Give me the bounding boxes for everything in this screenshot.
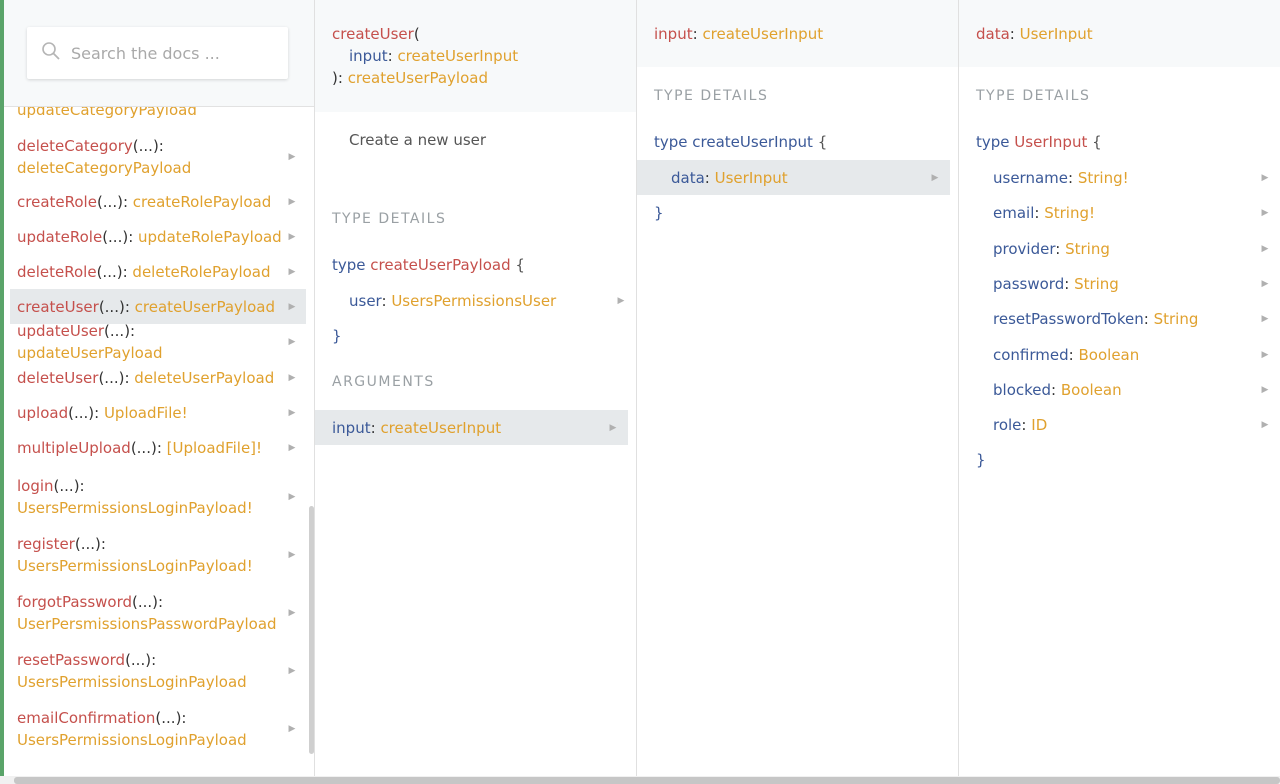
triangle-right-icon: ▶ <box>1261 172 1269 183</box>
triangle-right-icon: ▶ <box>288 492 296 502</box>
section-title-type-details: TYPE DETAILS <box>976 88 1091 104</box>
user-input-type-header: data: UserInput <box>959 0 1280 67</box>
list-item[interactable]: register(...): UsersPermissionsLoginPaylo… <box>10 528 306 582</box>
triangle-right-icon: ▶ <box>1261 419 1269 430</box>
brace-close: } <box>976 451 986 469</box>
docs-explorer-column: updateCategoryPayload deleteCategory(...… <box>4 0 315 776</box>
input-type-header: input: createUserInput <box>637 0 958 67</box>
type-declaration: type UserInput { <box>976 133 1102 151</box>
field-description: Create a new user <box>349 131 487 149</box>
list-item[interactable]: multipleUpload(...): [UploadFile]! ▶ <box>10 430 306 465</box>
type-field-row-selected[interactable]: data: UserInput ▶ <box>637 160 950 195</box>
triangle-right-icon: ▶ <box>288 550 296 560</box>
triangle-right-icon: ▶ <box>1261 384 1269 395</box>
list-item[interactable]: login(...): UsersPermissionsLoginPayload!… <box>10 470 306 524</box>
triangle-right-icon: ▶ <box>1261 278 1269 289</box>
triangle-right-icon: ▶ <box>288 301 296 312</box>
horizontal-scrollbar-thumb[interactable] <box>14 777 1280 784</box>
return-type-link[interactable]: createUserPayload <box>348 69 488 87</box>
triangle-right-icon: ▶ <box>288 152 296 162</box>
triangle-right-icon: ▶ <box>288 336 296 347</box>
type-field-row[interactable]: blocked: Boolean ▶ <box>976 372 1272 407</box>
triangle-right-icon: ▶ <box>288 608 296 618</box>
field-detail-column: createUser( input: createUserInput ): cr… <box>315 0 637 776</box>
list-item[interactable]: updateCategoryPayload <box>10 107 306 125</box>
triangle-right-icon: ▶ <box>1261 349 1269 360</box>
triangle-right-icon: ▶ <box>1261 207 1269 218</box>
search-icon <box>41 41 61 65</box>
triangle-right-icon: ▶ <box>288 372 296 383</box>
section-title-arguments: ARGUMENTS <box>332 374 435 390</box>
list-item[interactable]: emailConfirmation(...): UsersPermissionsL… <box>10 702 306 756</box>
list-item[interactable]: updateUser(...): updateUserPayload ▶ <box>10 322 306 362</box>
list-item[interactable]: createRole(...): createRolePayload ▶ <box>10 184 306 219</box>
triangle-right-icon: ▶ <box>931 172 939 183</box>
type-field-row[interactable]: confirmed: Boolean ▶ <box>976 337 1272 372</box>
mutation-list: updateCategoryPayload deleteCategory(...… <box>4 107 306 776</box>
type-declaration: type createUserPayload { <box>332 256 525 274</box>
list-item[interactable]: upload(...): UploadFile! ▶ <box>10 395 306 430</box>
arg-type-link[interactable]: createUserInput <box>397 47 518 65</box>
triangle-right-icon: ▶ <box>288 724 296 734</box>
field-signature: createUser( input: createUserInput ): cr… <box>315 0 636 112</box>
section-title-type-details: TYPE DETAILS <box>332 211 447 227</box>
triangle-right-icon: ▶ <box>609 422 617 433</box>
list-item[interactable]: forgotPassword(...): UserPersmissionsPass… <box>10 586 306 640</box>
type-field-row[interactable]: username: String! ▶ <box>976 160 1272 195</box>
list-item[interactable]: deleteUser(...): deleteUserPayload ▶ <box>10 360 306 395</box>
type-field-row[interactable]: email: String! ▶ <box>976 195 1272 230</box>
triangle-right-icon: ▶ <box>288 231 296 242</box>
type-field-row[interactable]: role: ID ▶ <box>976 407 1272 442</box>
triangle-right-icon: ▶ <box>1261 243 1269 254</box>
input-type-column: input: createUserInput TYPE DETAILS type… <box>637 0 959 776</box>
triangle-right-icon: ▶ <box>288 407 296 418</box>
type-field-row[interactable]: resetPasswordToken: String ▶ <box>976 301 1272 336</box>
triangle-right-icon: ▶ <box>288 442 296 453</box>
section-title-type-details: TYPE DETAILS <box>654 88 769 104</box>
search-box[interactable] <box>27 27 288 79</box>
triangle-right-icon: ▶ <box>288 666 296 676</box>
type-declaration: type createUserInput { <box>654 133 828 151</box>
triangle-right-icon: ▶ <box>288 266 296 277</box>
type-field-row[interactable]: password: String ▶ <box>976 266 1272 301</box>
type-field-row[interactable]: provider: String ▶ <box>976 231 1272 266</box>
list-item[interactable]: deleteRole(...): deleteRolePayload ▶ <box>10 254 306 289</box>
triangle-right-icon: ▶ <box>617 295 625 306</box>
list-item[interactable]: updateRole(...): updateRolePayload ▶ <box>10 219 306 254</box>
list-item[interactable]: resetPassword(...): UsersPermissionsLogin… <box>10 644 306 698</box>
brace-close: } <box>654 204 664 222</box>
argument-row-selected[interactable]: input: createUserInput ▶ <box>315 410 628 445</box>
search-area <box>4 0 314 107</box>
search-input[interactable] <box>71 43 271 63</box>
triangle-right-icon: ▶ <box>288 196 296 207</box>
type-field-row[interactable]: user: UsersPermissionsUser ▶ <box>332 283 628 318</box>
vertical-scrollbar[interactable] <box>309 506 314 754</box>
brace-close: } <box>332 327 342 345</box>
list-item[interactable]: deleteCategory(...): deleteCategoryPayloa… <box>10 130 306 184</box>
triangle-right-icon: ▶ <box>1261 313 1269 324</box>
user-input-type-column: data: UserInput TYPE DETAILS type UserIn… <box>959 0 1280 776</box>
